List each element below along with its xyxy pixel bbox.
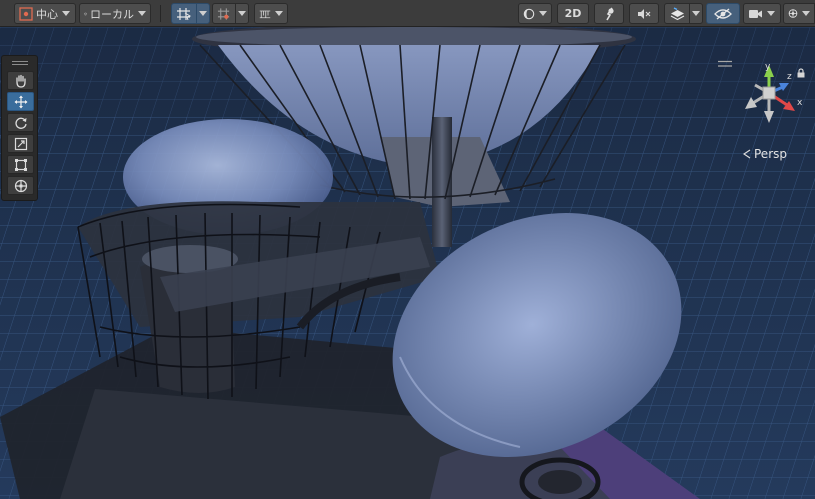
camera-settings-dropdown[interactable] bbox=[743, 3, 781, 24]
gizmo-axis-x-label: x bbox=[797, 98, 803, 108]
handle-space-dropdown[interactable]: ローカル bbox=[79, 3, 151, 24]
transform-icon bbox=[14, 179, 27, 192]
chevron-down-icon bbox=[199, 11, 207, 16]
ruler-snap-dropdown[interactable] bbox=[254, 3, 288, 24]
transform-tool-button[interactable] bbox=[7, 176, 34, 195]
scene-toolbar: 中心 ローカル 2D bbox=[0, 0, 815, 27]
speaker-mute-icon bbox=[638, 8, 651, 19]
gizmo-axis-y-label: y bbox=[765, 62, 771, 72]
palette-grip[interactable] bbox=[12, 61, 28, 62]
tool-palette bbox=[1, 55, 38, 201]
scale-tool-button[interactable] bbox=[7, 134, 34, 153]
scene-render bbox=[0, 27, 815, 499]
hand-icon bbox=[15, 74, 26, 88]
lighting-toggle[interactable] bbox=[594, 3, 624, 24]
pivot-mode-dropdown[interactable]: 中心 bbox=[14, 3, 76, 24]
pivot-icon bbox=[19, 6, 33, 21]
camera-icon bbox=[749, 9, 762, 18]
projection-toggle[interactable]: Persp bbox=[743, 147, 787, 161]
shading-sphere-icon bbox=[523, 8, 535, 19]
2d-mode-label: 2D bbox=[564, 7, 582, 20]
light-bulb-icon bbox=[606, 7, 614, 20]
handle-space-label: ローカル bbox=[90, 7, 134, 21]
effects-dropdown[interactable] bbox=[689, 3, 703, 24]
chevron-down-icon bbox=[767, 11, 775, 16]
rotate-tool-button[interactable] bbox=[7, 113, 34, 132]
chevron-left-icon bbox=[743, 149, 751, 159]
pivot-mode-label: 中心 bbox=[36, 7, 58, 21]
grid-snapping-dropdown[interactable] bbox=[196, 3, 210, 24]
chevron-down-icon bbox=[238, 11, 246, 16]
chevron-down-icon bbox=[802, 11, 810, 16]
chevron-down-icon bbox=[62, 11, 70, 16]
move-tool-button[interactable] bbox=[7, 92, 34, 111]
chevron-down-icon bbox=[275, 11, 283, 16]
gizmo-axis-z-label: z bbox=[787, 72, 792, 82]
projection-label: Persp bbox=[754, 147, 787, 161]
move-arrows-icon bbox=[14, 95, 27, 108]
palette-grip[interactable] bbox=[12, 64, 28, 65]
eye-hidden-icon bbox=[714, 7, 732, 20]
increment-snap-toggle[interactable] bbox=[212, 3, 236, 24]
scale-icon bbox=[14, 137, 27, 150]
scene-viewport[interactable]: y z x Persp bbox=[0, 27, 815, 499]
2d-mode-toggle[interactable]: 2D bbox=[557, 3, 589, 24]
toolbar-separator bbox=[160, 5, 161, 22]
grid-snap-icon bbox=[177, 7, 192, 20]
chevron-down-icon bbox=[539, 11, 547, 16]
increment-snap-icon bbox=[217, 7, 230, 20]
audio-toggle[interactable] bbox=[629, 3, 659, 24]
increment-snap-dropdown[interactable] bbox=[235, 3, 249, 24]
hand-tool-button[interactable] bbox=[7, 71, 34, 90]
grid-snapping-toggle[interactable] bbox=[171, 3, 197, 24]
effects-toggle[interactable] bbox=[664, 3, 690, 24]
ruler-icon bbox=[259, 10, 271, 18]
scene-visibility-toggle[interactable] bbox=[706, 3, 740, 24]
rotate-icon bbox=[14, 117, 27, 129]
rect-tool-button[interactable] bbox=[7, 155, 34, 174]
gizmo-globe-icon bbox=[788, 9, 798, 18]
effects-layers-icon bbox=[670, 6, 684, 20]
cube-icon bbox=[84, 12, 87, 15]
overlay-menu-icon[interactable] bbox=[717, 60, 733, 68]
gizmos-dropdown[interactable] bbox=[783, 3, 815, 24]
chevron-down-icon bbox=[692, 11, 700, 16]
rect-transform-icon bbox=[14, 158, 27, 171]
shading-mode-dropdown[interactable] bbox=[518, 3, 552, 24]
chevron-down-icon bbox=[138, 11, 146, 16]
orientation-gizmo[interactable]: y z x bbox=[735, 61, 815, 141]
